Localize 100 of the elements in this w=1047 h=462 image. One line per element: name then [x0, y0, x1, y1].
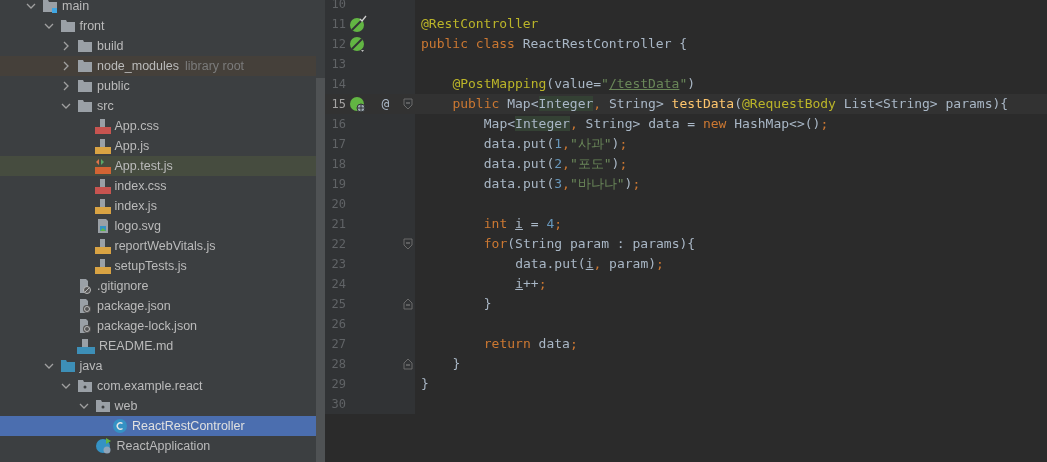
tree-item-label: README.md — [99, 337, 174, 355]
tree-item-label: src — [97, 97, 114, 115]
tree-item-label: web — [114, 397, 138, 415]
tree-row[interactable]: README.md — [0, 336, 316, 356]
tree-item-label: public — [97, 77, 130, 95]
chevron-down-icon[interactable] — [26, 1, 36, 11]
tree-item-label: main — [62, 0, 90, 15]
tree-row[interactable]: App.test.js — [0, 156, 316, 176]
tree-item-label: com.example.react — [97, 377, 203, 395]
code-line: data.put(i, param); — [515, 255, 664, 274]
tree-row[interactable]: ReactApplication — [0, 436, 316, 456]
chevron-down-icon[interactable] — [78, 401, 89, 411]
folder-icon — [77, 99, 93, 113]
bean-icon[interactable] — [349, 35, 367, 53]
code-line: Map<Integer, String> data = new HashMap<>(); — [483, 115, 829, 134]
code-line: public Map<Integer, String> testData(@RequestBody List<String> params){ — [452, 95, 1009, 114]
tree-row[interactable]: web — [0, 396, 316, 416]
code-line: @PostMapping(value="/testData") — [452, 75, 696, 94]
tree-item-label: ReactRestController — [132, 417, 245, 435]
js-file-icon — [94, 198, 111, 214]
tree-row[interactable]: public — [0, 76, 316, 96]
tree-row[interactable]: reportWebVitals.js — [0, 236, 316, 256]
tree-item-label: reportWebVitals.js — [114, 237, 216, 255]
tree-row[interactable]: src — [0, 96, 316, 116]
js-file-icon — [94, 138, 111, 154]
tree-item-label: java — [79, 357, 103, 375]
tree-row[interactable]: setupTests.js — [0, 256, 316, 276]
source-folder-icon — [59, 359, 76, 373]
tree-row[interactable]: package-lock.json — [0, 316, 316, 336]
code-line: } — [483, 295, 492, 314]
tree-row[interactable]: index.js — [0, 196, 316, 216]
code-line: i++; — [515, 275, 547, 294]
module-folder-icon — [42, 0, 58, 13]
tree-row[interactable]: index.css — [0, 176, 316, 196]
tree-row[interactable]: App.js — [0, 136, 316, 156]
code-line: @RestController — [421, 15, 539, 34]
tree-row[interactable]: java — [0, 356, 316, 376]
chevron-down-icon[interactable] — [43, 21, 54, 31]
folder-icon — [77, 39, 93, 53]
tree-item-label: front — [79, 17, 105, 35]
fold-icon[interactable] — [403, 98, 413, 110]
implementation-marker[interactable]: @ — [381, 94, 390, 114]
code-line: return data; — [483, 335, 578, 354]
tree-row[interactable]: ReactRestController — [0, 416, 316, 436]
tree-row[interactable]: front — [0, 16, 316, 36]
code-line: data.put(1,"사과"); — [483, 135, 628, 154]
chevron-down-icon[interactable] — [61, 381, 71, 391]
web-endpoint-icon[interactable] — [349, 95, 367, 113]
tree-item-label: package-lock.json — [97, 317, 198, 335]
code-line: data.put(2,"포도"); — [483, 155, 628, 174]
unfold-icon[interactable] — [403, 358, 413, 370]
tree-item-label: build — [97, 37, 124, 55]
code-line: } — [452, 355, 461, 374]
tree-row[interactable]: App.css — [0, 116, 316, 136]
folder-icon — [77, 79, 93, 93]
tree-row[interactable]: main — [0, 0, 316, 16]
tree-item-label: index.css — [114, 177, 167, 195]
folder-icon — [59, 19, 76, 33]
line-number: 15 — [330, 96, 346, 113]
tree-row[interactable]: node_modules library root — [0, 56, 316, 76]
tree-row[interactable]: package.json — [0, 296, 316, 316]
chevron-down-icon[interactable] — [61, 101, 71, 111]
unfold-icon[interactable] — [403, 298, 413, 310]
spring-class-icon — [94, 437, 113, 455]
tree-item-label: node_modules — [97, 57, 179, 75]
tree-item-label: setupTests.js — [114, 257, 187, 275]
code-line: data.put(3,"바나나"); — [483, 175, 641, 194]
code-line: for(String param : params){ — [483, 235, 696, 254]
folder-icon — [77, 59, 93, 73]
tree-row[interactable]: .gitignore — [0, 276, 316, 296]
test-js-file-icon — [94, 158, 111, 174]
tree-item-label: package.json — [97, 297, 171, 315]
tree-item-label: ReactApplication — [116, 437, 211, 455]
tree-item-hint: library root — [185, 57, 245, 75]
json-file-icon — [77, 318, 93, 334]
code-line: int i = 4; — [483, 215, 563, 234]
ignored-file-icon — [77, 278, 93, 294]
markdown-file-icon — [77, 338, 95, 354]
package-icon — [77, 379, 93, 393]
tree-row[interactable]: com.example.react — [0, 376, 316, 396]
tree-item-label: App.js — [114, 137, 150, 155]
js-file-icon — [94, 238, 111, 254]
json-file-icon — [77, 298, 93, 314]
tree-item-label: logo.svg — [114, 217, 162, 235]
scrollbar[interactable] — [316, 78, 325, 462]
package-icon — [94, 399, 111, 413]
tree-item-label: App.test.js — [114, 157, 173, 175]
tree-item-label: index.js — [114, 197, 157, 215]
js-file-icon — [94, 258, 111, 274]
tree-row[interactable]: logo.svg — [0, 216, 316, 236]
tree-item-label: App.css — [114, 117, 159, 135]
bean-check-icon[interactable] — [349, 15, 367, 33]
css-file-icon — [94, 118, 111, 134]
class-icon — [112, 418, 128, 434]
tree-row[interactable]: build — [0, 36, 316, 56]
tree-item-label: .gitignore — [97, 277, 149, 295]
code-line: public class ReactRestController { — [421, 35, 688, 54]
fold-icon[interactable] — [403, 238, 413, 250]
code-line: } — [421, 375, 429, 394]
chevron-down-icon[interactable] — [43, 361, 54, 371]
